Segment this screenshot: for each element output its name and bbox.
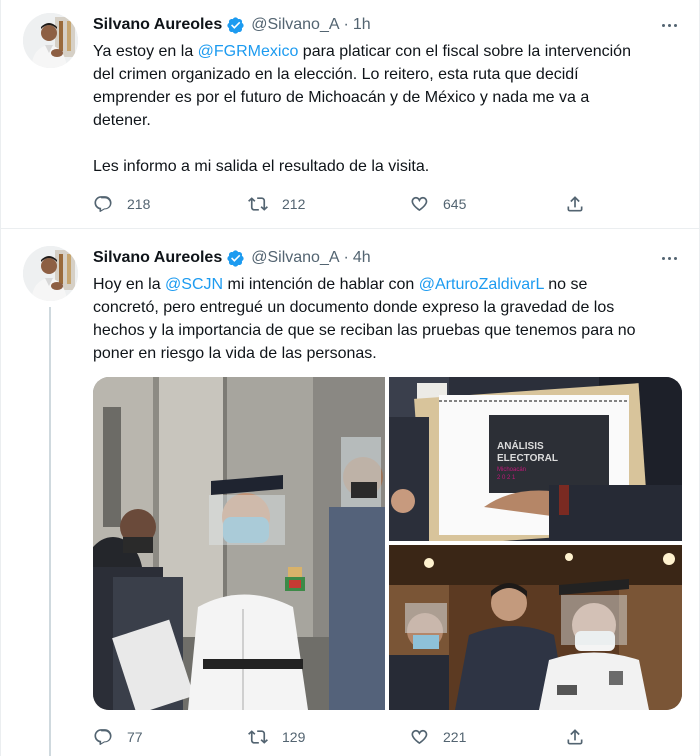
reply-count: 218 <box>127 196 151 212</box>
mention-link[interactable]: @SCJN <box>165 276 223 293</box>
timestamp[interactable]: 1h <box>353 16 371 34</box>
author-name[interactable]: Silvano Aureoles <box>93 16 222 34</box>
timestamp[interactable]: 4h <box>353 249 371 267</box>
verified-badge-icon <box>226 249 245 268</box>
text-line: concretó, pero entregué un documento don… <box>93 299 615 316</box>
text-segment: mi intención de hablar con <box>223 276 419 293</box>
tweet-header: Silvano Aureoles @Silvano_A · 4h <box>93 247 371 269</box>
retweet-button[interactable]: 129 <box>248 726 305 748</box>
avatar[interactable] <box>23 246 78 301</box>
text-segment: no se <box>543 276 588 293</box>
text-line: Les informo a mi salida el resultado de … <box>93 158 430 175</box>
text-segment: para platicar con el fiscal sobre la int… <box>298 43 631 60</box>
thread-line <box>49 307 51 756</box>
document-subtitle: Michoacán <box>497 467 526 473</box>
more-icon[interactable] <box>657 248 681 268</box>
retweet-icon <box>248 730 268 744</box>
retweet-count: 212 <box>282 196 306 212</box>
like-icon <box>411 729 428 745</box>
like-count: 221 <box>443 729 467 745</box>
reply-button[interactable]: 77 <box>93 726 143 748</box>
share-button[interactable] <box>565 193 599 215</box>
text-line: poner en riesgo la vida de las personas. <box>93 345 377 362</box>
mention-link[interactable]: @ArturoZaldivarL <box>419 276 544 293</box>
like-button[interactable]: 221 <box>409 726 466 748</box>
tweet-text: Hoy en la @SCJN mi intención de hablar c… <box>93 273 683 365</box>
media-photo[interactable] <box>93 377 385 710</box>
media-photo[interactable] <box>389 545 682 710</box>
more-icon[interactable] <box>657 15 681 35</box>
separator: · <box>343 16 349 33</box>
tweet-actions: 77 129 221 <box>93 726 593 748</box>
media-grid: ANÁLISIS ELECTORAL Michoacán 2 0 2 1 <box>93 377 682 710</box>
like-button[interactable]: 645 <box>409 193 466 215</box>
text-line: hechos y la importancia de que se reciba… <box>93 322 636 339</box>
like-count: 645 <box>443 196 467 212</box>
text-line: detener. <box>93 112 151 129</box>
text-line: emprender es por el futuro de Michoacán … <box>93 89 590 106</box>
author-handle[interactable]: @Silvano_A <box>251 16 339 34</box>
verified-badge-icon <box>226 16 245 35</box>
tweet[interactable]: Silvano Aureoles @Silvano_A · 4h Hoy en … <box>1 229 700 756</box>
separator: · <box>343 249 349 266</box>
timeline: Silvano Aureoles @Silvano_A · 1h Ya esto… <box>0 0 700 756</box>
reply-icon <box>94 729 112 745</box>
avatar[interactable] <box>23 13 78 68</box>
share-icon <box>567 729 583 745</box>
document-title-1: ANÁLISIS <box>497 439 544 452</box>
share-icon <box>567 196 583 212</box>
retweet-icon <box>248 197 268 211</box>
reply-button[interactable]: 218 <box>93 193 150 215</box>
retweet-button[interactable]: 212 <box>248 193 305 215</box>
tweet-actions: 218 212 645 <box>93 193 593 215</box>
tweet-header: Silvano Aureoles @Silvano_A · 1h <box>93 14 371 36</box>
author-name[interactable]: Silvano Aureoles <box>93 249 222 267</box>
text-segment: Hoy en la <box>93 276 166 293</box>
document-year: 2 0 2 1 <box>497 475 516 481</box>
share-button[interactable] <box>565 726 599 748</box>
tweet-text: Ya estoy en la @FGRMexico para platicar … <box>93 40 683 178</box>
document-title-2: ELECTORAL <box>497 453 558 464</box>
reply-count: 77 <box>127 729 143 745</box>
text-segment: Ya estoy en la <box>93 43 198 60</box>
retweet-count: 129 <box>282 729 306 745</box>
author-handle[interactable]: @Silvano_A <box>251 249 339 267</box>
mention-link[interactable]: @FGRMexico <box>198 43 299 60</box>
text-line: del crimen organizado en la elección. Lo… <box>93 66 579 83</box>
tweet[interactable]: Silvano Aureoles @Silvano_A · 1h Ya esto… <box>1 0 700 229</box>
like-icon <box>411 196 428 212</box>
reply-icon <box>94 196 112 212</box>
media-photo[interactable]: ANÁLISIS ELECTORAL Michoacán 2 0 2 1 <box>389 377 682 541</box>
